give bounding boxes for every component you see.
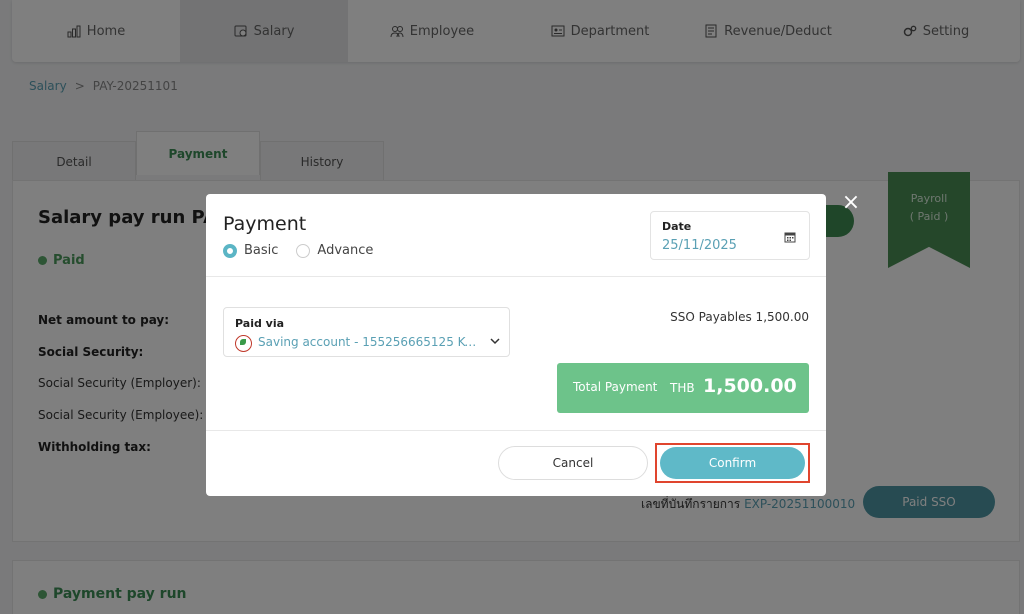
total-payment-box: Total Payment THB 1,500.00 (557, 363, 809, 413)
payment-mode-radio-group: Basic Advance (223, 243, 373, 258)
payment-modal: Payment Basic Advance Date 25/11/2025 Pa… (206, 194, 826, 496)
date-label: Date (662, 220, 692, 233)
sso-payables: SSO Payables 1,500.00 (670, 310, 809, 324)
divider (206, 276, 826, 277)
modal-title: Payment (223, 213, 307, 235)
total-amount: 1,500.00 (703, 375, 797, 397)
total-currency: THB (670, 381, 695, 395)
radio-unchecked-icon (296, 243, 311, 258)
footer-divider (206, 430, 826, 431)
confirm-button[interactable]: Confirm (660, 447, 805, 479)
radio-basic-label: Basic (244, 243, 279, 258)
radio-advance-label: Advance (317, 243, 374, 258)
chevron-down-icon (490, 338, 500, 345)
paid-via-label: Paid via (235, 317, 285, 330)
radio-advance[interactable]: Advance (296, 243, 373, 258)
total-payment-label: Total Payment (573, 380, 658, 394)
radio-basic[interactable]: Basic (223, 243, 278, 258)
bank-logo-icon (235, 335, 252, 352)
date-value: 25/11/2025 (662, 238, 737, 253)
calendar-icon[interactable] (784, 231, 796, 243)
paid-via-select[interactable]: Paid via Saving account - 155256665125 K… (223, 307, 510, 357)
close-icon[interactable]: × (841, 192, 861, 214)
date-field[interactable]: Date 25/11/2025 (650, 211, 810, 260)
radio-checked-icon (223, 243, 237, 258)
cancel-button[interactable]: Cancel (498, 446, 648, 480)
paid-via-value: Saving account - 155256665125 K-B... (258, 335, 478, 349)
